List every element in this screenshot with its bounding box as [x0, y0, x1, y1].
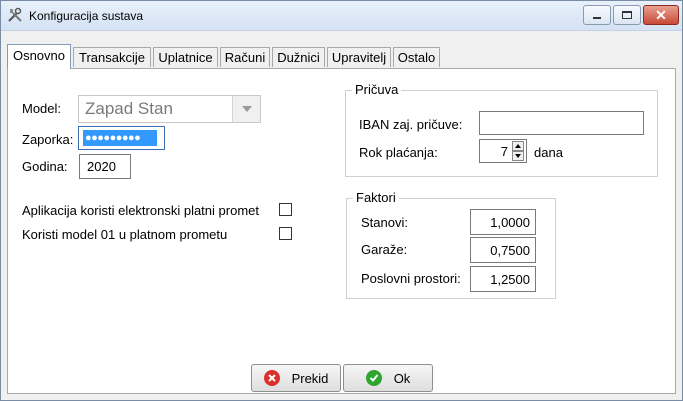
tab-ostalo[interactable]: Ostalo	[393, 47, 440, 67]
tools-icon	[7, 7, 23, 23]
maximize-button[interactable]	[613, 5, 641, 25]
close-icon: ✕	[655, 7, 667, 23]
tab-osnovno[interactable]: Osnovno	[7, 44, 71, 69]
due-label: Rok plaćanja:	[359, 145, 438, 160]
minimize-button[interactable]	[583, 5, 611, 25]
model-label: Model:	[22, 101, 62, 116]
cancel-icon	[263, 370, 280, 386]
title-bar[interactable]: Konfiguracija sustava ✕	[1, 1, 682, 31]
model-value: Zapad Stan	[85, 99, 173, 118]
password-label: Zaporka:	[22, 132, 74, 147]
tab-upravitelj[interactable]: Upravitelj	[327, 47, 391, 67]
tab-transakcije[interactable]: Transakcije	[73, 47, 151, 67]
ok-label: Ok	[393, 370, 411, 386]
reserve-group-title: Pričuva	[352, 82, 402, 97]
tab-duznici[interactable]: Dužnici	[272, 47, 325, 67]
close-button[interactable]: ✕	[643, 5, 679, 25]
tab-racuni[interactable]: Računi	[220, 47, 270, 67]
business-value: 1,2500	[490, 272, 530, 287]
year-input[interactable]: 2020	[79, 154, 131, 179]
business-label: Poslovni prostori:	[361, 271, 461, 286]
maximize-icon	[622, 11, 632, 19]
due-unit: dana	[534, 145, 563, 160]
flats-value: 1,0000	[490, 215, 530, 230]
business-input[interactable]: 1,2500	[470, 266, 536, 292]
minimize-icon	[593, 17, 601, 19]
flats-input[interactable]: 1,0000	[470, 209, 536, 235]
year-label: Godina:	[22, 159, 68, 174]
spin-up-icon[interactable]	[512, 141, 524, 151]
chevron-down-icon[interactable]	[232, 96, 260, 122]
config-window: Konfiguracija sustava ✕ Osnovno Transakc…	[0, 0, 683, 401]
factors-group-title: Faktori	[353, 190, 399, 205]
electronic-payment-label: Aplikacija koristi elektronski platni pr…	[22, 203, 259, 218]
password-value: ●●●●●●●●●	[83, 130, 157, 146]
iban-label: IBAN zaj. pričuve:	[359, 117, 463, 132]
garages-label: Garaže:	[361, 242, 408, 257]
model01-checkbox[interactable]	[279, 227, 292, 240]
garages-input[interactable]: 0,7500	[470, 237, 536, 263]
flats-label: Stanovi:	[361, 215, 408, 230]
model01-label: Koristi model 01 u platnom prometu	[22, 227, 228, 242]
tab-uplatnice[interactable]: Uplatnice	[153, 47, 218, 67]
spin-down-icon[interactable]	[512, 151, 524, 161]
iban-input[interactable]	[479, 111, 644, 135]
garages-value: 0,7500	[490, 243, 530, 258]
password-input[interactable]: ●●●●●●●●●	[78, 126, 165, 150]
year-value: 2020	[87, 159, 116, 174]
cancel-button[interactable]: Prekid	[251, 364, 341, 392]
cancel-label: Prekid	[291, 370, 329, 386]
due-stepper[interactable]: 7	[479, 139, 527, 163]
ok-button[interactable]: Ok	[343, 364, 433, 392]
check-icon	[365, 370, 382, 386]
electronic-payment-checkbox[interactable]	[279, 203, 292, 216]
due-value: 7	[500, 144, 508, 159]
model-dropdown[interactable]: Zapad Stan	[78, 95, 261, 123]
window-title: Konfiguracija sustava	[29, 9, 144, 23]
